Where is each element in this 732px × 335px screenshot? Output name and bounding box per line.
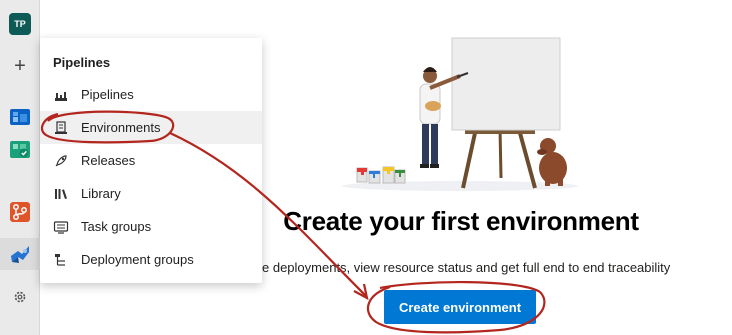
menu-item-label: Task groups — [81, 219, 152, 234]
boards-icon — [10, 109, 30, 125]
task-groups-icon — [53, 219, 69, 235]
add-icon: + — [14, 55, 26, 77]
releases-icon — [53, 153, 69, 169]
menu-item-label: Releases — [81, 153, 136, 168]
nav-pipelines[interactable] — [0, 238, 40, 270]
menu-item-label: Environments — [81, 120, 161, 135]
settings-icon — [14, 291, 26, 303]
nav-test-plans[interactable] — [0, 133, 40, 165]
menu-item-library[interactable]: Library — [40, 177, 262, 210]
flyout-title: Pipelines — [53, 55, 111, 70]
menu-item-environments[interactable]: Environments — [40, 111, 262, 144]
nav-boards[interactable] — [0, 100, 40, 132]
nav-repos[interactable] — [0, 196, 40, 228]
page-subtitle: e deployments, view resource status and … — [262, 260, 671, 275]
environments-icon — [53, 120, 69, 136]
menu-item-task-groups[interactable]: Task groups — [40, 210, 262, 243]
pipelines-flyout-menu: Pipelines Pipelines Environments Release… — [40, 38, 262, 283]
left-nav-rail: TP + — [0, 0, 40, 335]
avatar: TP — [9, 13, 31, 35]
library-icon — [53, 186, 69, 202]
pipelines-icon — [11, 246, 29, 263]
menu-item-label: Deployment groups — [81, 252, 194, 267]
test-plans-icon — [10, 141, 30, 158]
nav-settings[interactable] — [0, 281, 40, 313]
deployment-groups-icon — [53, 252, 69, 268]
repos-icon — [10, 202, 30, 222]
menu-item-label: Library — [81, 186, 121, 201]
add-button[interactable]: + — [0, 50, 40, 82]
pipelines-icon — [53, 87, 69, 103]
page-title: Create your first environment — [283, 206, 639, 236]
menu-item-releases[interactable]: Releases — [40, 144, 262, 177]
menu-item-label: Pipelines — [81, 87, 134, 102]
menu-item-pipelines[interactable]: Pipelines — [40, 78, 262, 111]
menu-item-deployment-groups[interactable]: Deployment groups — [40, 243, 262, 276]
create-environment-button[interactable]: Create environment — [384, 290, 536, 324]
user-avatar-button[interactable]: TP — [0, 8, 40, 40]
annotation-arrowhead — [353, 283, 369, 301]
painter-illustration — [342, 37, 578, 191]
